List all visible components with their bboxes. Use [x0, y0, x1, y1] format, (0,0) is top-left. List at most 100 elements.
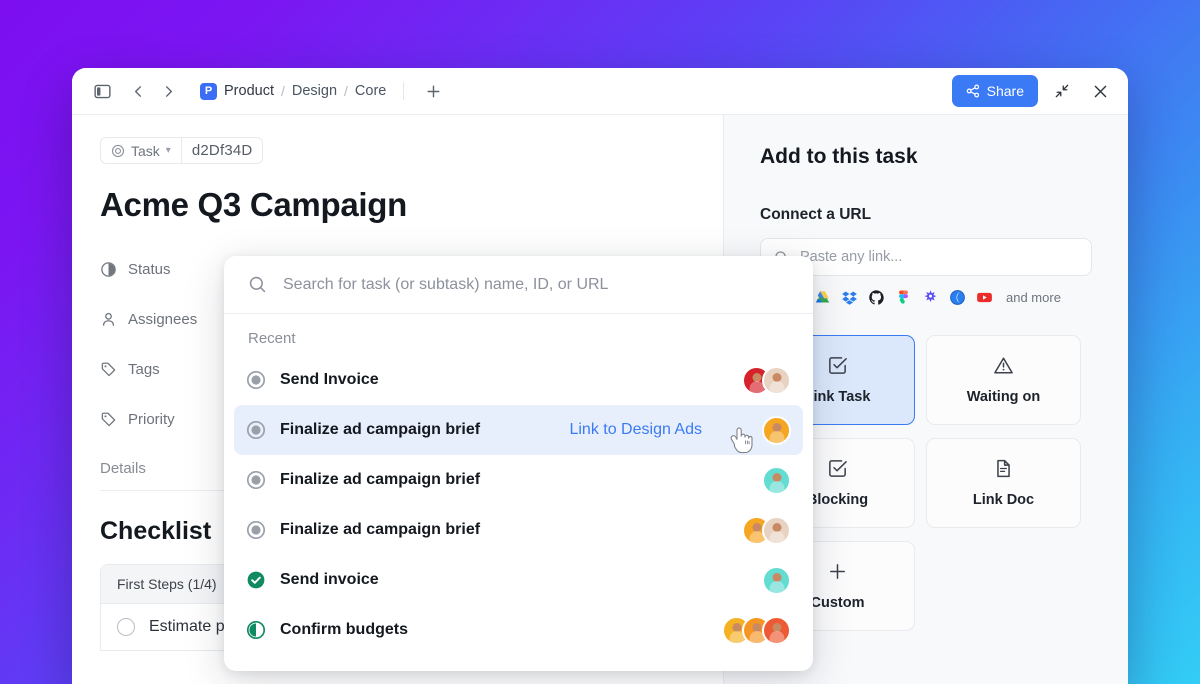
share-button-label: Share — [987, 83, 1024, 99]
link-to-design-ads-action[interactable]: Link to Design Ads — [569, 421, 702, 439]
avatar-group — [742, 516, 791, 545]
collapse-button[interactable] — [1048, 77, 1076, 105]
document-icon — [993, 458, 1014, 479]
breadcrumb: P Product / Design / Core — [200, 77, 447, 105]
plus-icon — [827, 561, 848, 582]
task-row[interactable]: Confirm budgets — [234, 605, 803, 655]
check-square-icon — [827, 355, 848, 376]
share-button[interactable]: Share — [952, 75, 1038, 107]
task-type-label: Task — [131, 143, 160, 159]
status-open-icon[interactable] — [246, 420, 266, 440]
topbar-right-controls: Share — [952, 75, 1114, 107]
url-input[interactable] — [800, 249, 1078, 265]
sidebar-panel-icon — [94, 83, 111, 100]
page-title: Acme Q3 Campaign — [100, 186, 723, 224]
task-row-active[interactable]: Finalize ad campaign brief Link to Desig… — [234, 405, 803, 455]
task-row[interactable]: Finalize ad campaign brief — [234, 455, 803, 505]
recent-task-list: Send Invoice Finalize ad campaign brief … — [224, 355, 813, 655]
and-more-label: and more — [1006, 290, 1061, 305]
plus-icon — [425, 83, 442, 100]
recent-label: Recent — [224, 314, 813, 355]
youtube-icon[interactable] — [976, 289, 993, 306]
close-button[interactable] — [1086, 77, 1114, 105]
card-blocking-label: Blocking — [807, 492, 868, 508]
task-row-name: Finalize ad campaign brief — [280, 471, 480, 489]
sidebar-toggle-button[interactable] — [88, 77, 116, 105]
search-input[interactable] — [283, 276, 789, 294]
status-open-icon[interactable] — [246, 370, 266, 390]
avatar-group — [762, 566, 791, 595]
warning-triangle-icon — [993, 355, 1014, 376]
chevron-left-icon — [131, 84, 146, 99]
card-link-doc-label: Link Doc — [973, 492, 1034, 508]
dropdown-search-bar[interactable] — [224, 256, 813, 314]
chevron-right-icon — [161, 84, 176, 99]
status-open-icon[interactable] — [246, 520, 266, 540]
breadcrumb-item-design[interactable]: Design — [292, 83, 337, 99]
avatar-group — [762, 416, 791, 445]
breadcrumb-item-core[interactable]: Core — [355, 83, 386, 99]
avatar-group — [722, 616, 791, 645]
add-tab-button[interactable] — [419, 77, 447, 105]
field-tags-label: Tags — [128, 361, 160, 378]
task-row-name: Finalize ad campaign brief — [280, 521, 480, 539]
task-chips: Task ▾ d2Df34D — [100, 137, 723, 164]
breadcrumb-divider — [403, 82, 404, 100]
task-row[interactable]: Send invoice — [234, 555, 803, 605]
dropbox-icon[interactable] — [841, 289, 858, 306]
status-in-progress-icon[interactable] — [246, 620, 266, 640]
avatar-group — [742, 366, 791, 395]
field-assignees-label: Assignees — [128, 311, 197, 328]
task-search-dropdown: Recent Send Invoice — [224, 256, 813, 671]
tag-icon — [100, 411, 117, 428]
avatar — [762, 466, 791, 495]
avatar — [762, 566, 791, 595]
figma-icon[interactable] — [895, 289, 912, 306]
nav-arrows — [124, 77, 182, 105]
field-status-label: Status — [128, 261, 171, 278]
card-waiting-on[interactable]: Waiting on — [926, 335, 1081, 425]
card-link-doc[interactable]: Link Doc — [926, 438, 1081, 528]
field-priority-label: Priority — [128, 411, 175, 428]
connect-url-label: Connect a URL — [760, 206, 1092, 224]
avatar-group — [762, 466, 791, 495]
task-row[interactable]: Send Invoice — [234, 355, 803, 405]
panel-title: Add to this task — [760, 145, 1092, 169]
slack-icon[interactable] — [922, 289, 939, 306]
avatar — [762, 416, 791, 445]
browser-icon[interactable] — [949, 289, 966, 306]
close-icon — [1092, 83, 1109, 100]
forward-button[interactable] — [154, 77, 182, 105]
check-square-icon — [827, 458, 848, 479]
task-row-name: Finalize ad campaign brief — [280, 421, 480, 439]
task-row-name: Send invoice — [280, 571, 379, 589]
github-icon[interactable] — [868, 289, 885, 306]
task-window: P Product / Design / Core — [72, 68, 1128, 684]
task-row[interactable]: Finalize ad campaign brief — [234, 505, 803, 555]
card-custom-label: Custom — [811, 595, 865, 611]
avatar — [762, 366, 791, 395]
breadcrumb-item-product[interactable]: Product — [224, 83, 274, 99]
tag-icon — [100, 361, 117, 378]
avatar — [762, 516, 791, 545]
target-icon — [111, 144, 125, 158]
task-row-name: Send Invoice — [280, 371, 379, 389]
google-drive-icon[interactable] — [814, 289, 831, 306]
breadcrumb-separator: / — [344, 83, 348, 99]
back-button[interactable] — [124, 77, 152, 105]
status-icon — [100, 261, 117, 278]
person-icon — [100, 311, 117, 328]
task-id-chip[interactable]: d2Df34D — [182, 137, 264, 164]
share-icon — [966, 84, 980, 98]
breadcrumb-separator: / — [281, 83, 285, 99]
card-waiting-on-label: Waiting on — [967, 389, 1041, 405]
card-link-task-label: Link Task — [805, 389, 871, 405]
chevron-down-icon: ▾ — [166, 145, 171, 156]
collapse-arrows-icon — [1054, 83, 1070, 99]
status-complete-icon[interactable] — [246, 570, 266, 590]
checkbox-empty-icon[interactable] — [117, 618, 135, 636]
status-open-icon[interactable] — [246, 470, 266, 490]
task-type-chip[interactable]: Task ▾ — [100, 137, 182, 164]
search-icon — [248, 275, 267, 294]
window-topbar: P Product / Design / Core — [72, 68, 1128, 115]
